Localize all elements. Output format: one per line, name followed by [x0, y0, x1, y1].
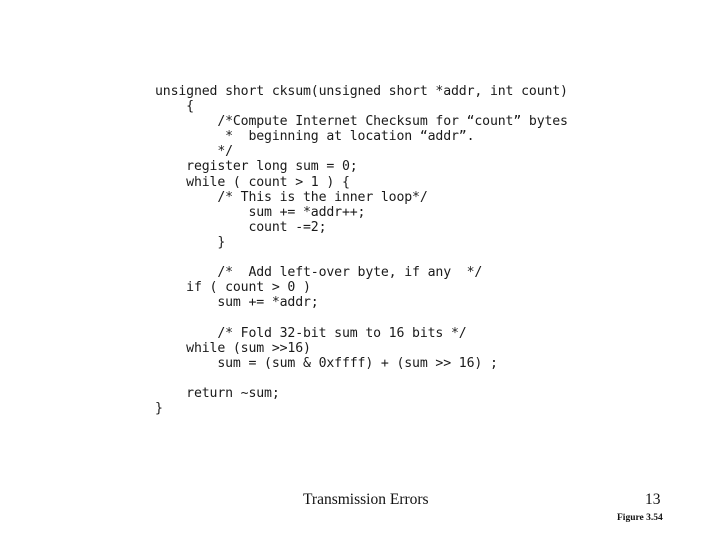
code-line: /*Compute Internet Checksum for “count” …	[155, 114, 568, 130]
code-line: * beginning at location “addr”.	[155, 129, 475, 145]
code-line: unsigned short cksum(unsigned short *add…	[155, 84, 568, 99]
footer-title: Transmission Errors	[303, 491, 429, 508]
slide-canvas: unsigned short cksum(unsigned short *add…	[0, 0, 720, 540]
code-line: sum = (sum & 0xffff) + (sum >> 16) ;	[155, 355, 498, 371]
code-line: /* This is the inner loop*/	[155, 189, 428, 205]
code-line: while ( count > 1 ) {	[155, 174, 350, 190]
page-number: 13	[645, 491, 661, 508]
slide-footer: Transmission Errors 13 Figure 3.54	[0, 490, 720, 540]
code-line: return ~sum;	[155, 385, 280, 401]
code-line: while (sum >>16)	[155, 340, 311, 356]
code-line: }	[155, 234, 226, 250]
code-line: sum += *addr++;	[155, 204, 366, 220]
code-line: register long sum = 0;	[155, 159, 358, 175]
code-line: {	[155, 99, 194, 115]
code-line: */	[155, 144, 233, 160]
code-line: if ( count > 0 )	[155, 280, 311, 296]
code-line: }	[155, 400, 163, 416]
code-listing: unsigned short cksum(unsigned short *add…	[155, 84, 625, 416]
code-line: count -=2;	[155, 219, 327, 235]
code-line: sum += *addr;	[155, 295, 319, 311]
code-line: /* Add left-over byte, if any */	[155, 265, 483, 281]
figure-caption: Figure 3.54	[617, 513, 663, 523]
code-line: /* Fold 32-bit sum to 16 bits */	[155, 325, 467, 341]
